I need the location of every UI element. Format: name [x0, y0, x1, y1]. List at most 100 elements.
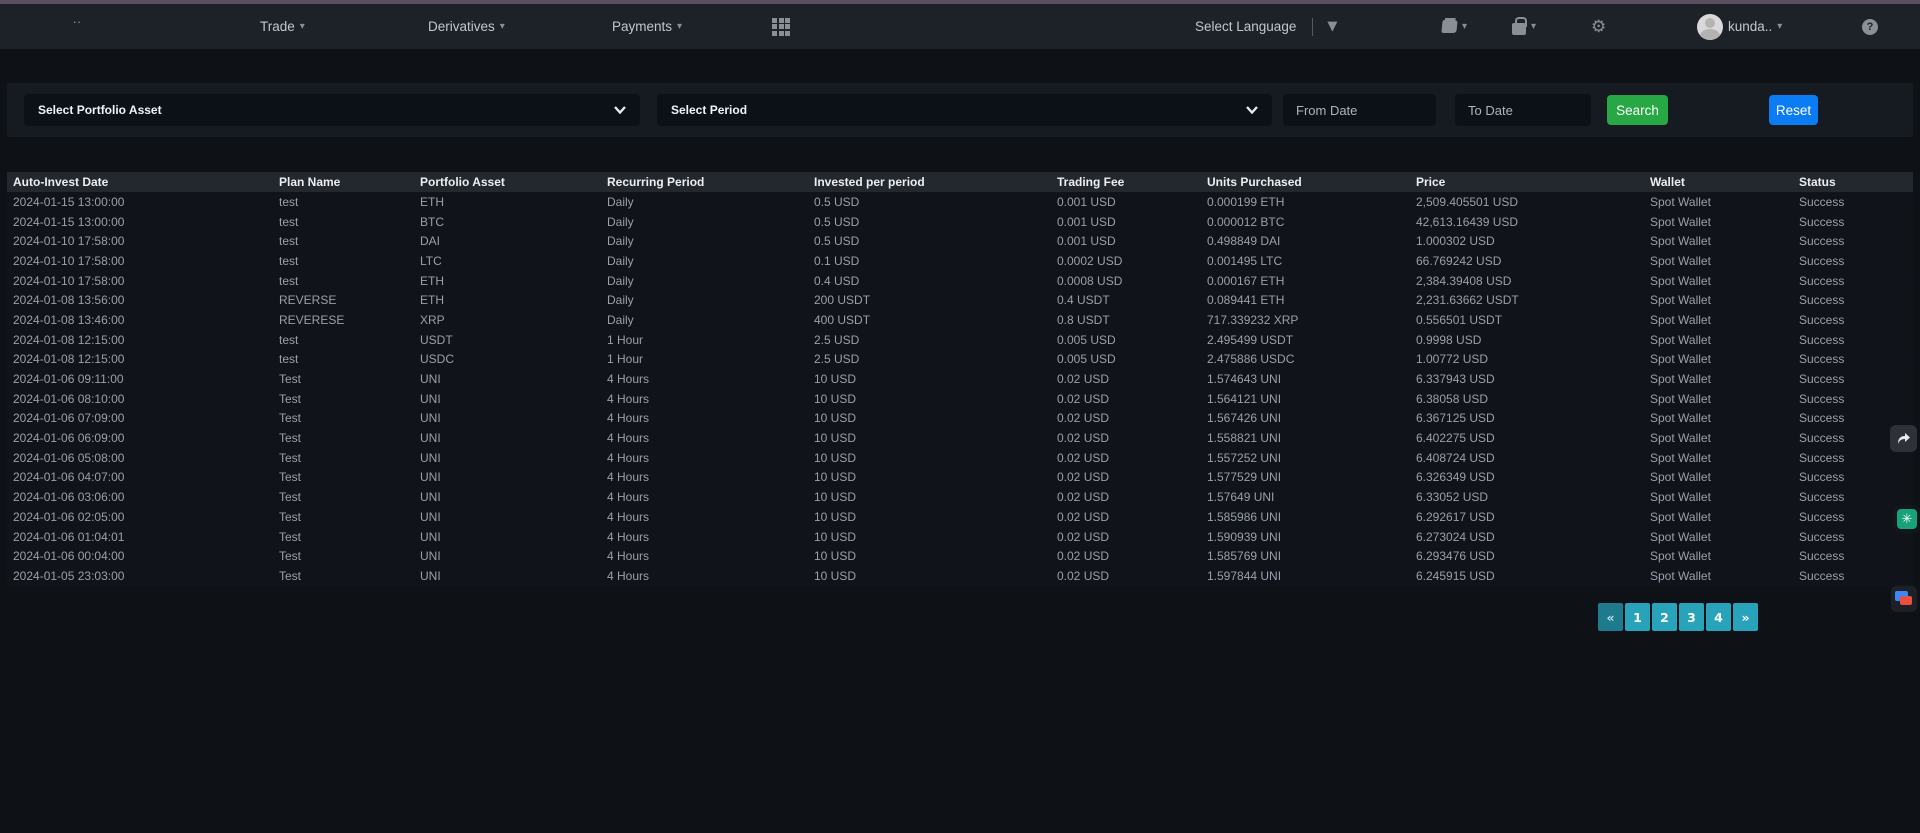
- period-select-value: Select Period: [671, 103, 747, 117]
- table-cell: 0.5 USD: [808, 192, 1051, 212]
- table-cell: 0.005 USD: [1051, 350, 1201, 370]
- pagination: « 1234 »: [1598, 603, 1758, 631]
- to-date-input[interactable]: [1455, 94, 1591, 126]
- table-cell: Daily: [601, 290, 808, 310]
- table-cell: 10 USD: [808, 448, 1051, 468]
- table-row: 2024-01-06 03:06:00TestUNI4 Hours10 USD0…: [7, 487, 1913, 507]
- nav-menu-trade[interactable]: Trade ▾: [260, 4, 305, 49]
- help-button[interactable]: ?: [1862, 4, 1878, 49]
- apps-grid-icon: [772, 18, 790, 36]
- table-cell: 10 USD: [808, 468, 1051, 488]
- table-cell: USDT: [414, 330, 601, 350]
- table-cell: 2024-01-05 23:03:00: [7, 566, 273, 586]
- table-cell: ETH: [414, 192, 601, 212]
- chatgpt-extension-button[interactable]: ✳: [1897, 509, 1917, 529]
- table-cell: REVERESE: [273, 310, 414, 330]
- table-cell: 2024-01-10 17:58:00: [7, 251, 273, 271]
- table-cell: UNI: [414, 566, 601, 586]
- table-cell: Test: [273, 428, 414, 448]
- nav-menu-payments[interactable]: Payments ▾: [612, 4, 682, 49]
- table-cell: ETH: [414, 271, 601, 291]
- pagination-page-3[interactable]: 3: [1679, 603, 1704, 631]
- table-cell: UNI: [414, 546, 601, 566]
- table-cell: 6.292617 USD: [1410, 507, 1644, 527]
- chevron-down-icon: ▾: [1777, 21, 1782, 32]
- table-cell: 4 Hours: [601, 389, 808, 409]
- orders-book-button[interactable]: ▾: [1442, 4, 1467, 49]
- pagination-page-1[interactable]: 1: [1625, 603, 1650, 631]
- pagination-next-button[interactable]: »: [1733, 603, 1758, 631]
- table-header-row: Auto-Invest DatePlan NamePortfolio Asset…: [7, 172, 1913, 192]
- table-cell: 1.574643 UNI: [1201, 369, 1410, 389]
- table-cell: 2,384.39408 USD: [1410, 271, 1644, 291]
- table-cell: UNI: [414, 507, 601, 527]
- language-selector[interactable]: Select Language ▼: [1195, 4, 1337, 49]
- table-cell: 0.001495 LTC: [1201, 251, 1410, 271]
- table-cell: 6.33052 USD: [1410, 487, 1644, 507]
- nav-menu-derivatives[interactable]: Derivatives ▾: [428, 4, 505, 49]
- table-cell: 2024-01-08 12:15:00: [7, 330, 273, 350]
- apps-grid-button[interactable]: [772, 4, 790, 49]
- table-cell: 10 USD: [808, 428, 1051, 448]
- table-cell: 10 USD: [808, 527, 1051, 547]
- table-cell: 4 Hours: [601, 409, 808, 429]
- table-cell: 4 Hours: [601, 546, 808, 566]
- table-cell: 2024-01-06 01:04:01: [7, 527, 273, 547]
- pagination-page-2[interactable]: 2: [1652, 603, 1677, 631]
- table-cell: 1.00772 USD: [1410, 350, 1644, 370]
- table-cell: 2024-01-06 06:09:00: [7, 428, 273, 448]
- portfolio-asset-select[interactable]: Select Portfolio Asset: [24, 94, 640, 126]
- table-cell: Spot Wallet: [1644, 527, 1793, 547]
- table-cell: Test: [273, 448, 414, 468]
- table-cell: 4 Hours: [601, 428, 808, 448]
- wallet-bag-button[interactable]: ▾: [1512, 4, 1536, 49]
- table-cell: 0.02 USD: [1051, 448, 1201, 468]
- pagination-prev-button[interactable]: «: [1598, 603, 1623, 631]
- table-cell: 1.597844 UNI: [1201, 566, 1410, 586]
- table-cell: UNI: [414, 369, 601, 389]
- table-cell: Success: [1793, 231, 1913, 251]
- table-cell: 6.326349 USD: [1410, 468, 1644, 488]
- table-cell: test: [273, 330, 414, 350]
- table-cell: 6.273024 USD: [1410, 527, 1644, 547]
- reset-button[interactable]: Reset: [1769, 95, 1818, 125]
- table-cell: 0.9998 USD: [1410, 330, 1644, 350]
- table-cell: UNI: [414, 389, 601, 409]
- share-arrow-icon: [1896, 432, 1912, 446]
- column-header: Plan Name: [273, 172, 414, 192]
- column-header: Invested per period: [808, 172, 1051, 192]
- table-cell: Spot Wallet: [1644, 271, 1793, 291]
- pagination-page-4[interactable]: 4: [1706, 603, 1731, 631]
- table-cell: 6.408724 USD: [1410, 448, 1644, 468]
- table-cell: UNI: [414, 527, 601, 547]
- table-cell: 1.558821 UNI: [1201, 428, 1410, 448]
- chat-extension-button[interactable]: [1891, 586, 1917, 612]
- search-button[interactable]: Search: [1607, 95, 1668, 125]
- table-cell: 0.5 USD: [808, 212, 1051, 232]
- nav-menu-label: Trade: [260, 19, 295, 34]
- table-cell: UNI: [414, 487, 601, 507]
- logo[interactable]: ..: [73, 0, 82, 41]
- table-cell: 0.005 USD: [1051, 330, 1201, 350]
- table-cell: Success: [1793, 192, 1913, 212]
- table-cell: 4 Hours: [601, 566, 808, 586]
- table-cell: 2.495499 USDT: [1201, 330, 1410, 350]
- period-select[interactable]: Select Period: [657, 94, 1272, 126]
- column-header: Status: [1793, 172, 1913, 192]
- column-header: Price: [1410, 172, 1644, 192]
- share-widget-button[interactable]: [1890, 425, 1917, 452]
- table-cell: UNI: [414, 468, 601, 488]
- from-date-input[interactable]: [1283, 94, 1436, 126]
- table-cell: 10 USD: [808, 389, 1051, 409]
- user-menu[interactable]: kunda.. ▾: [1697, 4, 1782, 49]
- table-cell: 2024-01-10 17:58:00: [7, 271, 273, 291]
- settings-button[interactable]: ⚙: [1591, 4, 1606, 49]
- chatgpt-icon: ✳: [1902, 512, 1913, 527]
- column-header: Trading Fee: [1051, 172, 1201, 192]
- table-cell: 2024-01-06 00:04:00: [7, 546, 273, 566]
- table-cell: 6.38058 USD: [1410, 389, 1644, 409]
- table-cell: Spot Wallet: [1644, 212, 1793, 232]
- table-cell: Spot Wallet: [1644, 290, 1793, 310]
- table-cell: Spot Wallet: [1644, 409, 1793, 429]
- table-cell: 2024-01-15 13:00:00: [7, 212, 273, 232]
